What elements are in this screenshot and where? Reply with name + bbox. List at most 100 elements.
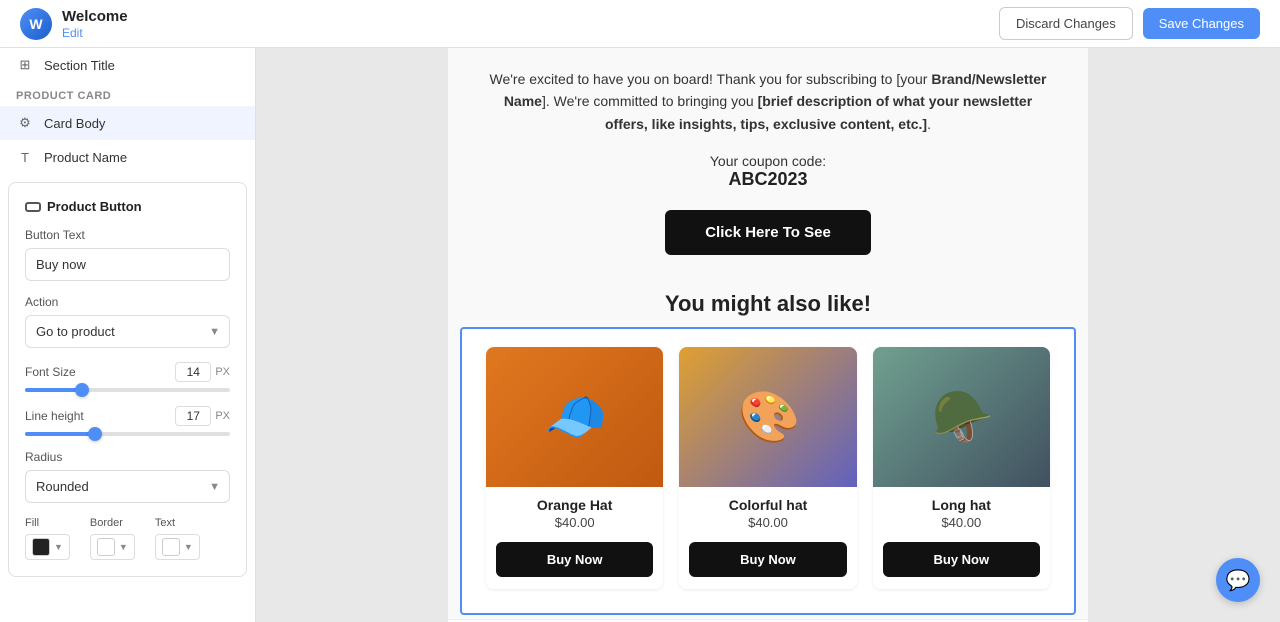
product-price-2: $40.00 (883, 515, 1040, 530)
intro-paragraph-1: We're excited to have you on board! Than… (488, 68, 1048, 135)
product-info-0: Orange Hat $40.00 (486, 487, 663, 534)
content-area: We're excited to have you on board! Than… (256, 48, 1280, 622)
product-card-0: 🧢 Orange Hat $40.00 Buy Now (486, 347, 663, 589)
products-highlight: 🧢 Orange Hat $40.00 Buy Now 🎨 (460, 327, 1076, 615)
cta-section: Click Here To See (448, 198, 1088, 275)
panel-title-icon (25, 202, 41, 212)
panel-title: Product Button (25, 199, 230, 214)
buy-now-button-1[interactable]: Buy Now (689, 542, 846, 577)
font-size-group: Font Size PX (25, 362, 230, 392)
line-height-track[interactable] (25, 432, 230, 436)
line-height-fill (25, 432, 95, 436)
app-subtitle[interactable]: Edit (62, 26, 128, 40)
radius-select[interactable]: Rounded Square Pill (25, 470, 230, 503)
product-card-section-label: Product Card (0, 82, 255, 106)
border-color-item: Border ▼ (90, 517, 135, 560)
text-chevron-icon: ▼ (184, 542, 193, 552)
border-chevron-icon: ▼ (119, 542, 128, 552)
product-card-2: 🪖 Long hat $40.00 Buy Now (873, 347, 1050, 589)
sidebar-item-section-title[interactable]: ⊞ Section Title (0, 48, 255, 82)
product-price-1: $40.00 (689, 515, 846, 530)
topbar-left: W Welcome Edit (20, 8, 128, 40)
buy-now-button-0[interactable]: Buy Now (496, 542, 653, 577)
font-size-unit: PX (215, 366, 230, 378)
orange-hat-image: 🧢 (486, 347, 663, 487)
product-image-2: 🪖 (873, 347, 1050, 487)
text-swatch (162, 538, 180, 556)
text-swatch-button[interactable]: ▼ (155, 534, 200, 560)
line-height-thumb[interactable] (88, 427, 102, 441)
sidebar-item-card-body[interactable]: ⚙ Card Body (0, 106, 255, 140)
product-card-1: 🎨 Colorful hat $40.00 Buy Now (679, 347, 856, 589)
action-select[interactable]: Go to product Open URL No action (25, 315, 230, 348)
product-info-1: Colorful hat $40.00 (679, 487, 856, 534)
product-image-0: 🧢 (486, 347, 663, 487)
radius-select-wrapper: Rounded Square Pill ▼ (25, 470, 230, 503)
discard-button[interactable]: Discard Changes (999, 7, 1133, 40)
fill-swatch (32, 538, 50, 556)
sidebar-item-product-name[interactable]: T Product Name (0, 140, 255, 174)
font-size-label: Font Size (25, 365, 76, 379)
font-size-value[interactable] (175, 362, 211, 382)
sidebar-item-section-title-label: Section Title (44, 58, 115, 73)
main-layout: ⊞ Section Title Product Card ⚙ Card Body… (0, 48, 1280, 622)
text-label: Text (155, 517, 200, 529)
long-hat-image: 🪖 (873, 347, 1050, 487)
coupon-section: Your coupon code: ABC2023 (448, 145, 1088, 198)
fill-swatch-button[interactable]: ▼ (25, 534, 70, 560)
colorful-hat-image: 🎨 (679, 347, 856, 487)
font-size-track[interactable] (25, 388, 230, 392)
product-actions-0: Buy Now (486, 534, 663, 589)
topbar: W Welcome Edit Discard Changes Save Chan… (0, 0, 1280, 48)
line-height-row: Line height PX (25, 406, 230, 426)
product-title-2: Long hat (883, 497, 1040, 513)
radius-label: Radius (25, 450, 230, 464)
product-actions-1: Buy Now (679, 534, 856, 589)
products-row: 🧢 Orange Hat $40.00 Buy Now 🎨 (466, 337, 1070, 605)
fill-label: Fill (25, 517, 70, 529)
line-height-group: Line height PX (25, 406, 230, 436)
font-size-value-box: PX (175, 362, 230, 382)
border-swatch-button[interactable]: ▼ (90, 534, 135, 560)
app-logo: W (20, 8, 52, 40)
action-label: Action (25, 295, 230, 309)
font-size-thumb[interactable] (75, 383, 89, 397)
line-height-value-box: PX (175, 406, 230, 426)
fill-color-item: Fill ▼ (25, 517, 70, 560)
line-height-unit: PX (215, 410, 230, 422)
email-container: We're excited to have you on board! Than… (448, 48, 1088, 622)
radius-group: Radius Rounded Square Pill ▼ (25, 450, 230, 503)
app-title-block: Welcome Edit (62, 8, 128, 40)
button-text-label: Button Text (25, 228, 230, 242)
card-body-icon: ⚙ (16, 114, 34, 132)
product-title-1: Colorful hat (689, 497, 846, 513)
sidebar-item-card-body-label: Card Body (44, 116, 105, 131)
button-text-group: Button Text (25, 228, 230, 281)
app-title: Welcome (62, 8, 128, 26)
coupon-label: Your coupon code: (488, 153, 1048, 169)
font-size-fill (25, 388, 82, 392)
color-row: Fill ▼ Border ▼ Text (25, 517, 230, 560)
button-text-input[interactable] (25, 248, 230, 281)
section-heading: You might also like! (448, 275, 1088, 327)
product-name-icon: T (16, 148, 34, 166)
product-info-2: Long hat $40.00 (873, 487, 1050, 534)
topbar-right: Discard Changes Save Changes (999, 7, 1260, 40)
coupon-code: ABC2023 (488, 169, 1048, 190)
fill-chevron-icon: ▼ (54, 542, 63, 552)
section-title-icon: ⊞ (16, 56, 34, 74)
line-height-value[interactable] (175, 406, 211, 426)
line-height-label: Line height (25, 409, 84, 423)
action-select-wrapper: Go to product Open URL No action ▼ (25, 315, 230, 348)
border-swatch (97, 538, 115, 556)
action-group: Action Go to product Open URL No action … (25, 295, 230, 348)
save-button[interactable]: Save Changes (1143, 8, 1260, 39)
cta-button[interactable]: Click Here To See (665, 210, 871, 255)
buy-now-button-2[interactable]: Buy Now (883, 542, 1040, 577)
product-price-0: $40.00 (496, 515, 653, 530)
sidebar: ⊞ Section Title Product Card ⚙ Card Body… (0, 48, 256, 622)
product-image-1: 🎨 (679, 347, 856, 487)
product-title-0: Orange Hat (496, 497, 653, 513)
chat-bubble[interactable]: 💬 (1216, 558, 1260, 602)
email-intro: We're excited to have you on board! Than… (448, 48, 1088, 145)
